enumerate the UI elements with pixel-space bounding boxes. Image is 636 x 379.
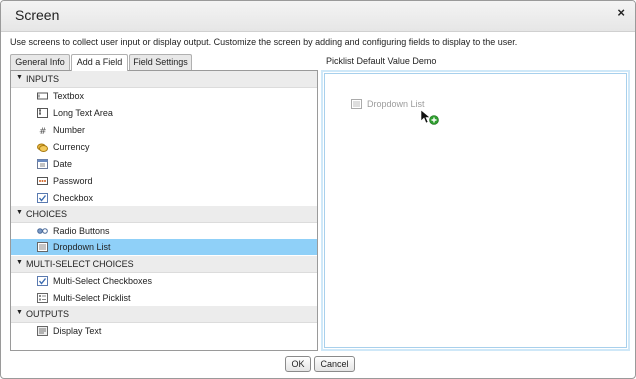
display-text-icon xyxy=(37,326,48,336)
palette-item-checkbox[interactable]: Checkbox xyxy=(11,190,317,206)
long-text-area-icon xyxy=(37,108,48,118)
dropdown-list-icon xyxy=(37,242,48,252)
palette-item-password[interactable]: Password xyxy=(11,173,317,189)
radio-buttons-icon xyxy=(37,228,48,234)
screen-canvas[interactable] xyxy=(321,70,630,351)
group-header-multi-select-choices[interactable]: ▼ MULTI-SELECT CHOICES xyxy=(11,256,317,273)
password-icon xyxy=(37,177,48,185)
drag-add-cursor-icon xyxy=(420,109,439,125)
multi-select-checkboxes-icon xyxy=(37,276,48,286)
number-icon: # xyxy=(39,127,47,135)
palette-item-long-text-area[interactable]: Long Text Area xyxy=(11,105,317,121)
palette-item-number[interactable]: # Number xyxy=(11,122,317,138)
dialog-description: Use screens to collect user input or dis… xyxy=(10,37,518,47)
date-icon xyxy=(37,159,48,169)
currency-icon xyxy=(37,143,48,152)
palette-item-multi-select-picklist[interactable]: Multi-Select Picklist xyxy=(11,290,317,306)
dropdown-list-icon xyxy=(351,99,362,109)
collapse-triangle-icon: ▼ xyxy=(16,209,23,216)
collapse-triangle-icon: ▼ xyxy=(16,259,23,266)
palette-item-radio-buttons[interactable]: Radio Buttons xyxy=(11,223,317,239)
canvas-title: Picklist Default Value Demo xyxy=(326,56,437,66)
collapse-triangle-icon: ▼ xyxy=(16,74,23,81)
ok-button[interactable]: OK xyxy=(285,356,311,372)
palette-item-textbox[interactable]: Textbox xyxy=(11,88,317,104)
dialog-titlebar: Screen × xyxy=(1,1,635,32)
palette-item-date[interactable]: Date xyxy=(11,156,317,172)
group-header-choices[interactable]: ▼ CHOICES xyxy=(11,206,317,223)
textbox-icon xyxy=(37,92,48,100)
screen-dialog: Screen × Use screens to collect user inp… xyxy=(0,0,636,379)
palette-item-dropdown-list[interactable]: Dropdown List xyxy=(11,239,317,255)
canvas-drop-area xyxy=(324,73,627,348)
close-icon[interactable]: × xyxy=(617,6,625,20)
multi-select-picklist-icon xyxy=(37,293,48,303)
group-header-inputs[interactable]: ▼ INPUTS xyxy=(11,71,317,88)
tab-add-a-field[interactable]: Add a Field xyxy=(71,54,128,71)
group-header-outputs[interactable]: ▼ OUTPUTS xyxy=(11,306,317,323)
palette-item-currency[interactable]: Currency xyxy=(11,139,317,155)
collapse-triangle-icon: ▼ xyxy=(16,309,23,316)
palette-item-multi-select-checkboxes[interactable]: Multi-Select Checkboxes xyxy=(11,273,317,289)
tab-field-settings[interactable]: Field Settings xyxy=(129,54,192,70)
dialog-title: Screen xyxy=(15,7,60,23)
tab-general-info[interactable]: General Info xyxy=(10,54,70,70)
palette-item-display-text[interactable]: Display Text xyxy=(11,323,317,339)
cancel-button[interactable]: Cancel xyxy=(314,356,355,372)
field-palette: ▼ INPUTS Textbox Long Text Area # Number… xyxy=(10,70,318,351)
checkbox-icon xyxy=(37,193,48,203)
svg-text:#: # xyxy=(39,127,47,135)
